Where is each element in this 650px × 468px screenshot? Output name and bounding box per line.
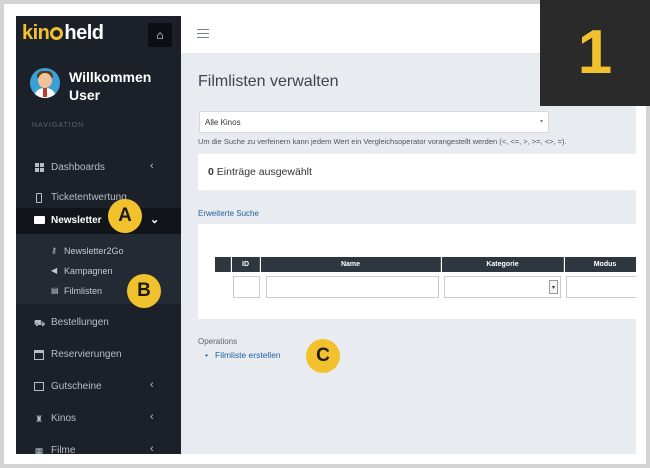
sidebar-item-label: Filme: [51, 445, 76, 454]
seats-icon: ♜: [34, 414, 44, 424]
submenu-item-newsletter2go[interactable]: ⚷ Newsletter2Go: [16, 241, 181, 261]
chevron-down-icon: ▾: [539, 119, 543, 125]
bullet-icon: •: [205, 350, 208, 360]
calendar-icon: [34, 350, 44, 360]
table-header-kategorie[interactable]: Kategorie: [442, 257, 564, 272]
filter-id-input[interactable]: [233, 276, 260, 298]
create-filmlist-link[interactable]: • Filmliste erstellen: [205, 350, 281, 360]
callout-marker-a: A: [108, 199, 142, 233]
filter-kategorie-select[interactable]: ▾: [444, 276, 561, 298]
home-button[interactable]: ⌂: [148, 23, 172, 47]
main-content: Filmlisten verwalten Alle Kinos ▾ Um die…: [181, 54, 636, 454]
sidebar-item-newsletter[interactable]: Newsletter ⌄: [16, 208, 181, 234]
home-icon: ⌂: [156, 28, 164, 42]
filter-name-input[interactable]: [266, 276, 439, 298]
search-hint: Um die Suche zu verfeinern kann jedem We…: [198, 137, 567, 146]
operation-label: Filmliste erstellen: [215, 350, 281, 360]
sidebar-item-gutscheine[interactable]: Gutscheine ‹: [16, 374, 181, 400]
submenu-item-label: Kampagnen: [64, 266, 113, 276]
list-icon: ▤: [51, 286, 59, 295]
chevron-down-icon: ▾: [549, 280, 558, 294]
avatar: [30, 68, 60, 98]
sidebar-item-label: Gutscheine: [51, 381, 102, 392]
chevron-left-icon: ‹: [150, 160, 154, 172]
table-header-select: [215, 257, 231, 272]
sidebar-item-label: Dashboards: [51, 162, 105, 173]
phone-icon: [34, 193, 44, 203]
welcome-line: Willkommen: [69, 69, 152, 85]
submenu-item-label: Newsletter2Go: [64, 246, 124, 256]
chevron-left-icon: ‹: [150, 411, 154, 423]
operations-heading: Operations: [198, 337, 238, 346]
key-icon: ⚷: [51, 246, 57, 255]
selection-panel: 0 Einträge ausgewählt: [198, 154, 636, 190]
sidebar-item-kinos[interactable]: ♜ Kinos ‹: [16, 406, 181, 432]
sidebar-item-reservierungen[interactable]: Reservierungen: [16, 342, 181, 368]
sidebar-item-bestellungen[interactable]: ⛟ Bestellungen: [16, 310, 181, 336]
callout-marker-c: C: [306, 339, 340, 373]
welcome-text: Willkommen User: [69, 68, 151, 104]
filter-modus-select[interactable]: [566, 276, 636, 298]
filter-table: ID Name Kategorie Modus ▾: [198, 224, 636, 319]
nav-heading: NAVIGATION: [32, 122, 85, 129]
step-number-badge: 1: [540, 0, 650, 106]
table-header-modus[interactable]: Modus: [565, 257, 636, 272]
hamburger-menu-icon[interactable]: [197, 29, 209, 38]
brand-part1: kin: [22, 22, 50, 44]
film-reel-icon: [50, 27, 64, 40]
sidebar-item-filme[interactable]: ▦ Filme ‹: [16, 438, 181, 454]
envelope-icon: [34, 216, 45, 226]
table-header-id[interactable]: ID: [232, 257, 260, 272]
gift-icon: [34, 382, 44, 392]
table-header-name[interactable]: Name: [261, 257, 441, 272]
dashboard-icon: [34, 163, 44, 173]
selected-text: Einträge ausgewählt: [216, 166, 312, 178]
user-name: User: [69, 87, 101, 103]
selected-count: 0: [208, 166, 214, 178]
cinema-select-value: Alle Kinos: [205, 118, 241, 127]
chevron-left-icon: ‹: [150, 443, 154, 454]
submenu-item-kampagnen[interactable]: ◀ Kampagnen: [16, 261, 181, 281]
sidebar: kin held ⌂ Willkommen User NAVIGATION Das…: [16, 16, 181, 454]
submenu-item-label: Filmlisten: [64, 286, 103, 296]
sidebar-item-label: Bestellungen: [51, 317, 109, 328]
callout-marker-b: B: [127, 274, 161, 308]
megaphone-icon: ◀: [51, 266, 58, 275]
sidebar-item-label: Newsletter: [51, 215, 102, 226]
film-icon: ▦: [34, 446, 44, 454]
brand-logo[interactable]: kin held: [22, 22, 104, 45]
brand-part2: held: [64, 22, 104, 44]
sidebar-item-label: Kinos: [51, 413, 77, 424]
chevron-down-icon: ⌄: [150, 214, 160, 226]
advanced-search-link[interactable]: Erweiterte Suche: [198, 209, 259, 218]
page-title: Filmlisten verwalten: [198, 73, 339, 90]
chevron-left-icon: ‹: [150, 379, 154, 391]
sidebar-item-label: Reservierungen: [51, 349, 122, 360]
sidebar-item-dashboards[interactable]: Dashboards ‹: [16, 155, 181, 181]
cinema-select[interactable]: Alle Kinos ▾: [199, 111, 549, 133]
cart-icon: ⛟: [34, 318, 46, 328]
selection-status: 0 Einträge ausgewählt: [208, 166, 312, 178]
